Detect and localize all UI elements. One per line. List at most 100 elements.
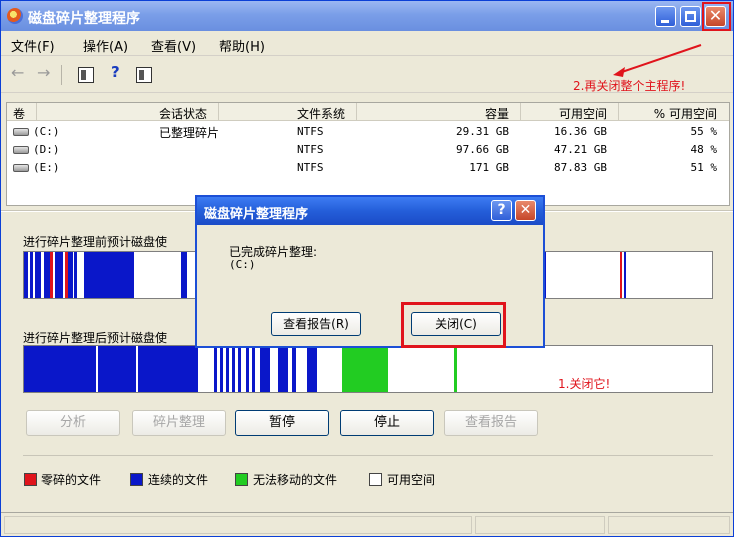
bar-segment — [84, 252, 134, 298]
legend-unmovable: 无法移动的文件 — [253, 473, 338, 487]
status-pane-3 — [608, 516, 730, 534]
bar-segment — [307, 346, 317, 392]
toolbar-separator — [61, 65, 62, 85]
bar-segment — [74, 252, 77, 298]
analyze-button[interactable]: 分析 — [26, 410, 120, 436]
volume-percent-free: 55 % — [690, 125, 718, 138]
bar-segment — [68, 252, 73, 298]
legend-swatch-free — [369, 473, 382, 486]
drive-icon — [13, 164, 29, 172]
menu-view[interactable]: 查看(V) — [151, 36, 196, 55]
help-icon[interactable]: ? — [111, 63, 127, 81]
legend-fragmented: 零碎的文件 — [41, 473, 102, 487]
stop-button[interactable]: 停止 — [340, 410, 434, 436]
volume-free: 47.21 GB — [554, 143, 607, 156]
drive-icon — [13, 146, 29, 154]
back-arrow-icon[interactable]: ← — [11, 63, 27, 82]
bar-segment — [24, 346, 96, 392]
dialog-view-report-button[interactable]: 查看报告(R) — [271, 312, 361, 336]
dialog-title-bar[interactable]: 磁盘碎片整理程序 ? ✕ — [197, 197, 543, 225]
close-icon: ✕ — [519, 202, 532, 218]
menu-action[interactable]: 操作(A) — [83, 36, 128, 55]
defrag-app-icon — [7, 8, 23, 24]
show-hide-tree-icon[interactable] — [78, 67, 94, 83]
bar-segment — [30, 252, 33, 298]
bar-segment — [454, 346, 457, 392]
volume-row[interactable]: (E:) NTFS 171 GB 87.83 GB 51 % — [7, 160, 729, 177]
col-capacity[interactable]: 容量 — [453, 103, 521, 122]
bar-segment — [278, 346, 288, 392]
forward-arrow-icon[interactable]: → — [37, 63, 53, 82]
bar-segment — [238, 346, 241, 392]
maximize-button[interactable] — [680, 6, 701, 27]
minimize-button[interactable] — [655, 6, 676, 27]
bar-segment — [620, 252, 622, 298]
volume-filesystem: NTFS — [297, 125, 324, 138]
pause-button[interactable]: 暂停 — [235, 410, 329, 436]
volume-free: 87.83 GB — [554, 161, 607, 174]
after-label: 进行碎片整理后预计磁盘使 — [23, 331, 168, 345]
defrag-button[interactable]: 碎片整理 — [132, 410, 226, 436]
bar-segment — [220, 346, 223, 392]
bar-segment — [342, 346, 388, 392]
volume-capacity: 97.66 GB — [456, 143, 509, 156]
close-button-highlight-box — [401, 302, 506, 348]
menu-bar: 文件(F) 操作(A) 查看(V) 帮助(H) — [1, 32, 733, 56]
status-bar — [1, 512, 733, 536]
dialog-close-x-button[interactable]: ✕ — [515, 200, 536, 221]
volume-percent-free: 51 % — [690, 161, 718, 174]
volume-filesystem: NTFS — [297, 161, 324, 174]
volume-row[interactable]: (D:) NTFS 97.66 GB 47.21 GB 48 % — [7, 142, 729, 159]
volume-percent-free: 48 % — [690, 143, 718, 156]
bar-segment — [226, 346, 229, 392]
col-volume[interactable]: 卷 — [13, 103, 38, 122]
app-window: 磁盘碎片整理程序 ✕ 文件(F) 操作(A) 查看(V) 帮助(H) ← → ?… — [0, 0, 734, 537]
legend-free: 可用空间 — [387, 473, 436, 487]
menu-help[interactable]: 帮助(H) — [219, 36, 265, 55]
annotation-step-1: 1.关闭它! — [558, 377, 611, 391]
question-icon: ? — [497, 202, 506, 218]
bar-segment — [232, 346, 235, 392]
title-bar[interactable]: 磁盘碎片整理程序 ✕ — [1, 1, 733, 31]
legend-swatch-contiguous — [130, 473, 143, 486]
status-pane-2 — [475, 516, 605, 534]
bar-segment — [624, 252, 626, 298]
bar-segment — [260, 346, 270, 392]
col-free[interactable]: 可用空间 — [537, 103, 619, 122]
volume-name: (D:) — [33, 143, 60, 156]
bar-segment — [246, 346, 249, 392]
volume-capacity: 171 GB — [469, 161, 509, 174]
volume-name: (E:) — [33, 161, 60, 174]
window-title: 磁盘碎片整理程序 — [28, 11, 140, 27]
close-highlight-box — [702, 2, 731, 31]
maximize-icon — [685, 11, 696, 22]
bar-segment — [50, 252, 53, 298]
volume-free: 16.36 GB — [554, 125, 607, 138]
bar-segment — [138, 346, 198, 392]
col-filesystem[interactable]: 文件系统 — [297, 103, 358, 122]
bar-segment — [35, 252, 41, 298]
legend-swatch-fragmented — [24, 473, 37, 486]
dialog-drive: (C:) — [229, 258, 256, 271]
volume-row[interactable]: (C:) 已整理碎片 NTFS 29.31 GB 16.36 GB 55 % — [7, 124, 729, 141]
status-pane-main — [4, 516, 472, 534]
volume-list-header: 卷 会话状态 文件系统 容量 可用空间 % 可用空间 — [7, 103, 729, 121]
dialog-help-button[interactable]: ? — [491, 200, 512, 221]
drive-icon — [13, 128, 29, 136]
legend-contiguous: 连续的文件 — [148, 473, 209, 487]
bar-segment — [98, 346, 136, 392]
col-status[interactable]: 会话状态 — [159, 103, 220, 122]
col-percent-free[interactable]: % 可用空间 — [627, 105, 717, 122]
volume-capacity: 29.31 GB — [456, 125, 509, 138]
menu-file[interactable]: 文件(F) — [11, 36, 55, 55]
bar-segment — [55, 252, 63, 298]
volume-filesystem: NTFS — [297, 143, 324, 156]
minimize-icon — [661, 20, 669, 23]
bar-segment — [181, 252, 187, 298]
view-report-button[interactable]: 查看报告 — [444, 410, 538, 436]
dialog-title: 磁盘碎片整理程序 — [204, 207, 309, 222]
bar-segment — [292, 346, 296, 392]
volume-name: (C:) — [33, 125, 60, 138]
volume-status: 已整理碎片 — [159, 126, 220, 140]
properties-icon[interactable] — [136, 67, 152, 83]
